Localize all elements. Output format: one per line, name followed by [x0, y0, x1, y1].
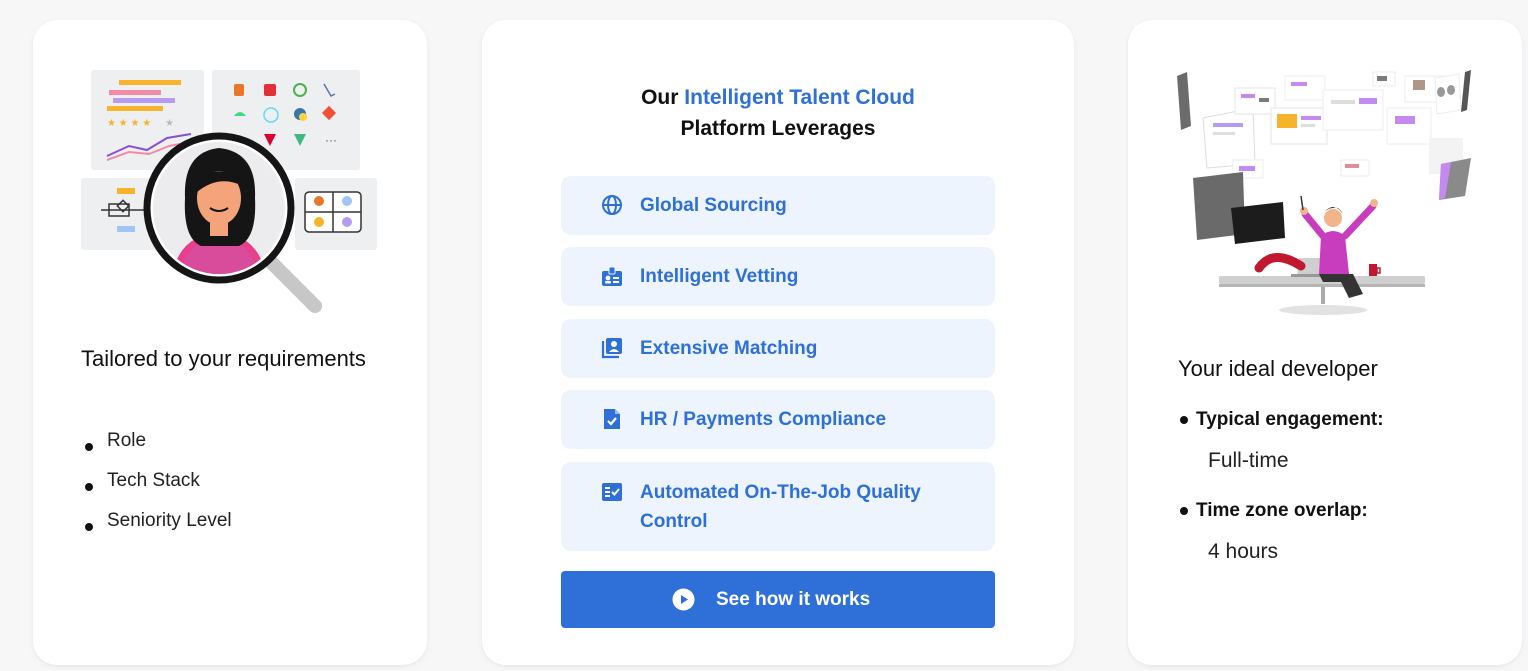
detail-label: Time zone overlap:	[1180, 497, 1500, 525]
svg-text:★ ★ ★ ★: ★ ★ ★ ★	[107, 118, 151, 129]
talent-search-illustration: ★ ★ ★ ★ ★ ···	[81, 70, 377, 313]
platform-card: Our Intelligent Talent Cloud Platform Le…	[482, 20, 1074, 665]
detail-value: 4 hours	[1208, 540, 1279, 563]
ideal-developer-card: Your ideal developer Typical engagement:…	[1128, 20, 1522, 665]
feature-intelligent-vetting[interactable]: Intelligent Vetting	[561, 247, 995, 306]
id-badge-icon	[602, 266, 622, 286]
svg-text:···: ···	[325, 133, 337, 147]
heading-prefix: Our	[641, 86, 679, 109]
svg-text:★: ★	[165, 118, 174, 129]
checklist-icon	[602, 483, 622, 501]
feature-extensive-matching[interactable]: Extensive Matching	[561, 319, 995, 378]
feature-label: HR / Payments Compliance	[640, 409, 887, 430]
document-check-icon	[604, 409, 620, 429]
card-title: Your ideal developer	[1178, 356, 1378, 381]
card-title: Tailored to your requirements	[81, 346, 366, 371]
globe-icon	[602, 195, 622, 215]
feature-automated-quality-control[interactable]: Automated On-The-Job Quality Control	[561, 462, 995, 551]
play-circle-icon	[672, 588, 695, 611]
detail-label: Typical engagement:	[1180, 406, 1500, 434]
requirements-list: Role Tech Stack Seniority Level	[83, 427, 232, 547]
engagement-detail: Typical engagement: Full-time	[1180, 406, 1500, 475]
profile-cards-icon	[601, 338, 622, 359]
cta-label: See how it works	[716, 589, 871, 610]
requirements-card: ★ ★ ★ ★ ★ ··· Tailored to your requireme…	[33, 20, 427, 665]
see-how-it-works-button[interactable]: See how it works	[561, 571, 995, 628]
platform-heading: Our Intelligent Talent Cloud Platform Le…	[482, 82, 1074, 144]
developer-desk-illustration	[1177, 70, 1471, 315]
feature-label: Automated On-The-Job Quality Control	[640, 482, 921, 532]
detail-value: Full-time	[1208, 449, 1289, 472]
heading-suffix: Platform Leverages	[680, 117, 876, 140]
list-item-role: Role	[83, 427, 232, 467]
heading-accent: Intelligent Talent Cloud	[684, 86, 915, 109]
feature-label: Extensive Matching	[640, 338, 818, 359]
feature-label: Intelligent Vetting	[640, 266, 799, 287]
feature-global-sourcing[interactable]: Global Sourcing	[561, 176, 995, 235]
feature-label: Global Sourcing	[640, 195, 787, 216]
feature-hr-payments-compliance[interactable]: HR / Payments Compliance	[561, 390, 995, 449]
timezone-detail: Time zone overlap: 4 hours	[1180, 497, 1500, 566]
list-item-seniority-level: Seniority Level	[83, 507, 232, 547]
list-item-tech-stack: Tech Stack	[83, 467, 232, 507]
